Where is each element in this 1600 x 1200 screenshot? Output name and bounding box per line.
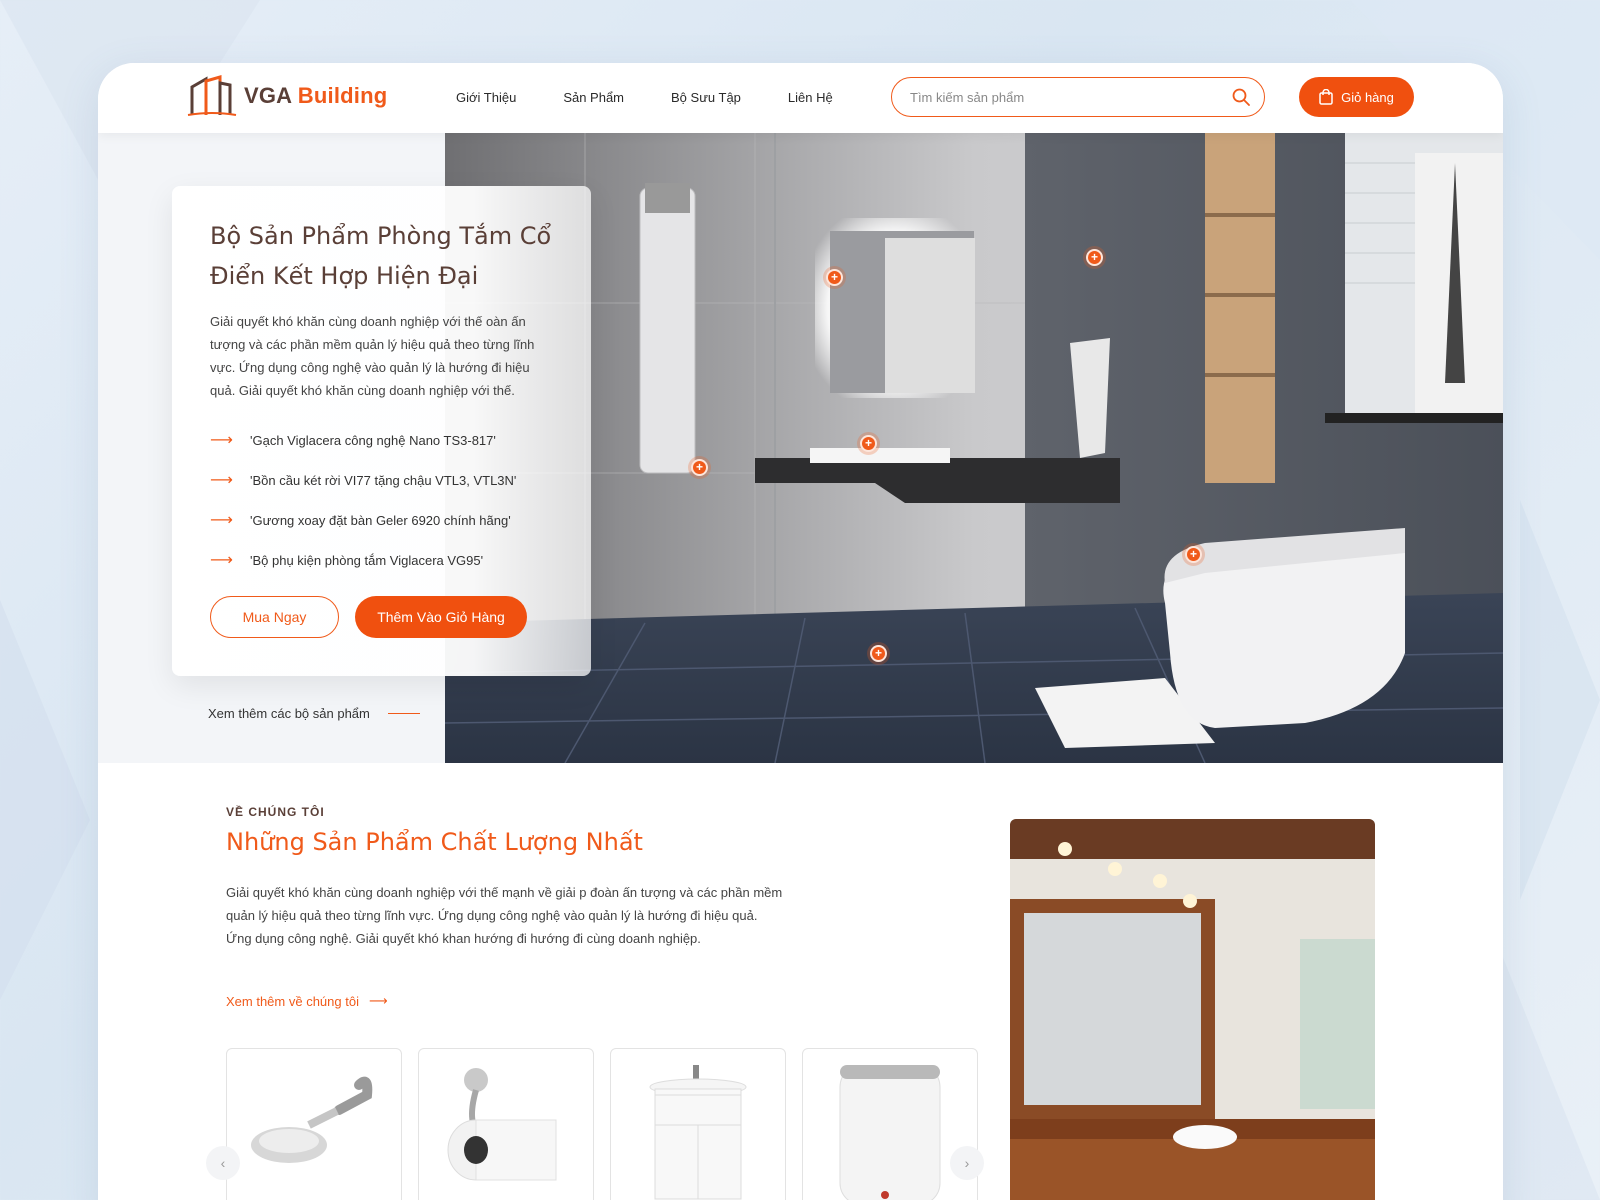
hero-actions: Mua Ngay Thêm Vào Giỏ Hàng <box>210 596 555 638</box>
arrow-right-icon: ⟶ <box>210 512 233 529</box>
carousel-next-button[interactable]: › <box>950 1146 984 1180</box>
cart-label: Giỏ hàng <box>1341 89 1394 105</box>
hotspot-floor-tile[interactable]: + <box>870 645 887 662</box>
nav-item-contact[interactable]: Liên Hệ <box>788 90 833 105</box>
product-card-water-heater[interactable] <box>802 1048 978 1200</box>
brand-name-part2: Building <box>297 83 388 108</box>
hotspot-shower-panel[interactable]: + <box>691 459 708 476</box>
arrow-right-icon: ⟶ <box>368 993 388 1008</box>
hero-title: Bộ Sản Phẩm Phòng Tắm Cổ Điển Kết Hợp Hi… <box>210 222 552 290</box>
arrow-right-icon: ⟶ <box>210 472 233 489</box>
about-bathroom-image <box>1010 819 1375 1200</box>
search-input[interactable] <box>910 89 1232 105</box>
building-logo-icon <box>187 75 237 116</box>
bathroom-vanity-illustration <box>1010 819 1375 1200</box>
hero-feature-list: ⟶ 'Gạch Viglacera công nghệ Nano TS3-817… <box>210 420 555 580</box>
vanity-cabinet-icon <box>649 1065 747 1200</box>
see-more-collections-label: Xem thêm các bộ sản phẩm <box>208 706 370 721</box>
shopping-bag-icon <box>1319 89 1333 105</box>
arrow-right-icon: ⟶ <box>210 552 233 569</box>
brand-logo[interactable]: VGA Building <box>186 75 387 117</box>
hero-description: Giải quyết khó khăn cùng doanh nghiệp vớ… <box>210 314 535 398</box>
hotspot-mirror[interactable]: + <box>826 269 843 286</box>
add-to-cart-button[interactable]: Thêm Vào Giỏ Hàng <box>355 596 527 638</box>
hero-bathroom-image: + + + + + + <box>445 133 1503 763</box>
feature-text: 'Gương xoay đặt bàn Geler 6920 chính hãn… <box>250 512 511 528</box>
search-icon[interactable] <box>1232 88 1250 106</box>
shower-head-icon <box>251 1076 373 1163</box>
product-carousel <box>226 1048 978 1200</box>
product-card-vanity-cabinet[interactable] <box>610 1048 786 1200</box>
product-card-shower-head[interactable] <box>226 1048 402 1200</box>
arrow-right-icon: ⟶ <box>210 432 233 449</box>
nav-item-about[interactable]: Giới Thiệu <box>456 90 516 105</box>
about-eyebrow: VỀ CHÚNG TÔI <box>226 805 325 819</box>
nav-item-collections[interactable]: Bộ Sưu Tập <box>671 90 741 105</box>
hotspot-toilet[interactable]: + <box>1185 546 1202 563</box>
search-box <box>891 77 1265 117</box>
main-nav: Giới Thiệu Sản Phẩm Bộ Sưu Tập Liên Hệ <box>456 90 880 105</box>
about-more-link[interactable]: Xem thêm về chúng tôi ⟶ <box>226 993 388 1009</box>
hero-card: Bộ Sản Phẩm Phòng Tắm Cổ Điển Kết Hợp Hi… <box>172 186 591 676</box>
feature-text: 'Bồn cầu két rời VI77 tặng chậu VTL3, VT… <box>250 472 517 488</box>
see-more-collections-link[interactable]: Xem thêm các bộ sản phẩm <box>208 706 420 721</box>
product-card-toilet-paper-holder[interactable] <box>418 1048 594 1200</box>
about-description: Giải quyết khó khăn cùng doanh nghiệp vớ… <box>226 885 783 946</box>
about-title: Những Sản Phẩm Chất Lượng Nhất <box>226 828 643 856</box>
list-item: ⟶ 'Bồn cầu két rời VI77 tặng chậu VTL3, … <box>210 460 555 500</box>
buy-now-button[interactable]: Mua Ngay <box>210 596 339 638</box>
cart-button[interactable]: Giỏ hàng <box>1299 77 1414 117</box>
list-item: ⟶ 'Gương xoay đặt bàn Geler 6920 chính h… <box>210 500 555 540</box>
feature-text: 'Bộ phụ kiện phòng tắm Viglacera VG95' <box>250 552 484 568</box>
carousel-prev-button[interactable]: ‹ <box>206 1146 240 1180</box>
hotspot-shelf[interactable]: + <box>1086 249 1103 266</box>
list-item: ⟶ 'Gạch Viglacera công nghệ Nano TS3-817… <box>210 420 555 460</box>
brand-name-part1: VGA <box>244 83 292 108</box>
list-item: ⟶ 'Bộ phụ kiện phòng tắm Viglacera VG95' <box>210 540 555 580</box>
nav-item-products[interactable]: Sản Phẩm <box>563 90 624 105</box>
brand-name: VGA Building <box>244 83 387 109</box>
hotspot-basin[interactable]: + <box>860 435 877 452</box>
about-more-label: Xem thêm về chúng tôi <box>226 993 359 1009</box>
line-accent <box>387 712 420 715</box>
water-heater-icon <box>839 1065 941 1200</box>
site-header: VGA Building Giới Thiệu Sản Phẩm Bộ Sưu … <box>98 63 1503 133</box>
feature-text: 'Gạch Viglacera công nghệ Nano TS3-817' <box>250 432 496 448</box>
toilet-paper-holder-icon <box>447 1068 557 1181</box>
bathroom-illustration <box>445 133 1503 763</box>
website-frame: VGA Building Giới Thiệu Sản Phẩm Bộ Sưu … <box>98 63 1503 1200</box>
